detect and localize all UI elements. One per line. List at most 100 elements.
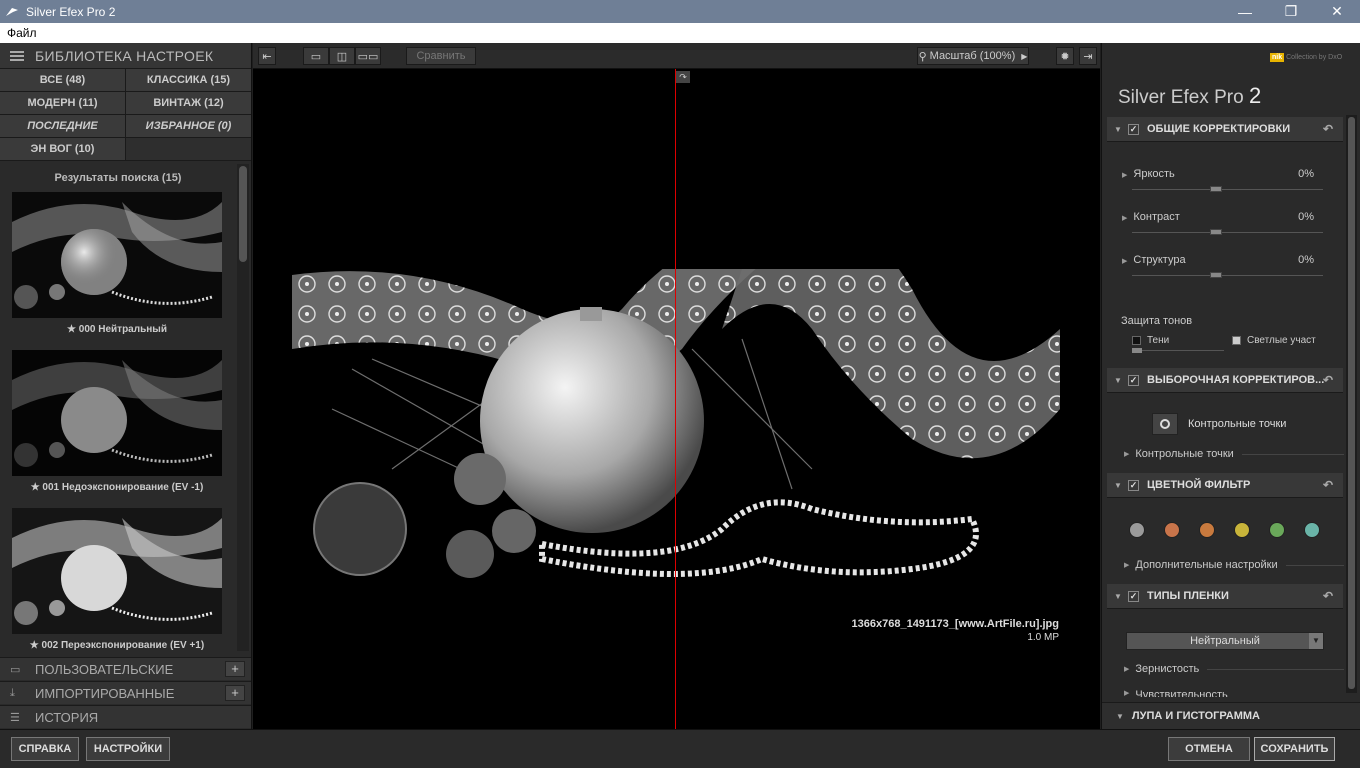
category-recent[interactable]: ПОСЛЕДНИЕ bbox=[0, 115, 125, 137]
filter-orange-swatch[interactable] bbox=[1199, 522, 1215, 538]
contrast-knob[interactable] bbox=[1210, 229, 1222, 235]
preset-item[interactable]: ★ 000 Нейтральный bbox=[12, 192, 222, 335]
collapse-icon: ▼ bbox=[1116, 711, 1124, 721]
category-en-vogue[interactable]: ЭН ВОГ (10) bbox=[0, 138, 125, 160]
help-button[interactable]: СПРАВКА bbox=[11, 737, 79, 761]
category-grid: ВСЕ (48) КЛАССИКА (15) МОДЕРН (11) ВИНТА… bbox=[0, 69, 251, 161]
minimize-button[interactable]: — bbox=[1222, 0, 1268, 23]
add-imported-button[interactable]: + bbox=[225, 685, 245, 701]
section-imported[interactable]: ⤓ ИМПОРТИРОВАННЫЕ + bbox=[0, 681, 251, 704]
library-header[interactable]: БИБЛИОТЕКА НАСТРОЕК bbox=[0, 43, 251, 69]
expand-icon: ▶ bbox=[1124, 690, 1130, 697]
adjustments-scrollbar[interactable] bbox=[1346, 115, 1357, 693]
global-enabled-checkbox[interactable]: ✓ bbox=[1128, 123, 1139, 135]
swap-split-button[interactable]: ↷ bbox=[676, 71, 690, 83]
image-canvas[interactable]: ↷ 1366x768_1491173_[www.ArtFile.ru].jpg … bbox=[253, 69, 1100, 729]
split-view-button[interactable]: ◫ bbox=[329, 47, 355, 65]
preset-item[interactable]: ★ 002 Переэкспонирование (EV +1) bbox=[12, 508, 222, 651]
single-view-button[interactable]: ▭ bbox=[303, 47, 329, 65]
cancel-button[interactable]: ОТМЕНА bbox=[1168, 737, 1250, 761]
grain-label: Зернистость bbox=[1135, 663, 1200, 675]
brand-logo: nik Collection by DxO bbox=[1270, 53, 1342, 62]
category-modern[interactable]: МОДЕРН (11) bbox=[0, 92, 125, 114]
section-selective-adjustments[interactable]: ▼ ✓ ВЫБОРОЧНАЯ КОРРЕКТИРОВ... ↶ bbox=[1107, 368, 1343, 393]
structure-knob[interactable] bbox=[1210, 272, 1222, 278]
filter-red-swatch[interactable] bbox=[1164, 522, 1180, 538]
control-point-label: Контрольные точки bbox=[1188, 418, 1287, 430]
menu-bar: Файл bbox=[0, 23, 1360, 43]
section-custom[interactable]: ▭ ПОЛЬЗОВАТЕЛЬСКИЕ + bbox=[0, 657, 251, 680]
contrast-value: 0% bbox=[1298, 211, 1314, 223]
section-history-label: ИСТОРИЯ bbox=[35, 709, 99, 725]
toggle-library-button[interactable]: ⇤ bbox=[258, 47, 276, 65]
toggle-right-panel-button[interactable]: ⇥ bbox=[1079, 47, 1097, 65]
filter-yellow-swatch[interactable] bbox=[1234, 522, 1250, 538]
filter-cyan-swatch[interactable] bbox=[1304, 522, 1320, 538]
background-light-button[interactable]: ✹ bbox=[1056, 47, 1074, 65]
structure-slider[interactable]: ▶ Структура 0% bbox=[1122, 254, 1324, 278]
reset-icon[interactable]: ↶ bbox=[1323, 478, 1333, 492]
preset-item[interactable]: ★ 001 Недоэкспонирование (EV -1) bbox=[12, 350, 222, 493]
category-classic[interactable]: КЛАССИКА (15) bbox=[126, 69, 251, 91]
section-color-filter[interactable]: ▼ ✓ ЦВЕТНОЙ ФИЛЬТР ↶ bbox=[1107, 473, 1343, 498]
section-history[interactable]: ☰ ИСТОРИЯ bbox=[0, 705, 251, 728]
filter-neutral-swatch[interactable] bbox=[1129, 522, 1145, 538]
brightness-knob[interactable] bbox=[1210, 186, 1222, 192]
save-button[interactable]: СОХРАНИТЬ bbox=[1254, 737, 1335, 761]
compare-button[interactable]: Сравнить bbox=[406, 47, 476, 65]
results-scrollbar[interactable] bbox=[237, 164, 249, 651]
reset-icon[interactable]: ↶ bbox=[1323, 373, 1333, 387]
file-name: 1366x768_1491173_[www.ArtFile.ru].jpg bbox=[851, 618, 1059, 630]
window-title: Silver Efex Pro 2 bbox=[26, 4, 116, 19]
split-view-icon: ◫ bbox=[336, 50, 348, 63]
grain-row[interactable]: ▶ Зернистость bbox=[1124, 663, 1344, 675]
expand-icon: ▶ bbox=[1124, 562, 1130, 569]
contrast-slider[interactable]: ▶ Контраст 0% bbox=[1122, 211, 1324, 235]
brightness-slider[interactable]: ▶ Яркость 0% bbox=[1122, 168, 1324, 192]
add-custom-button[interactable]: + bbox=[225, 661, 245, 677]
preset-thumbnail[interactable] bbox=[12, 508, 222, 634]
preset-thumbnail[interactable] bbox=[12, 192, 222, 318]
expand-icon[interactable]: ▶ bbox=[1122, 258, 1127, 265]
section-film-types[interactable]: ▼ ✓ ТИПЫ ПЛЕНКИ ↶ bbox=[1107, 584, 1343, 609]
maximize-button[interactable]: ❐ bbox=[1268, 0, 1314, 23]
nik-logo-icon: nik bbox=[1270, 53, 1285, 62]
control-points-list[interactable]: ▶ Контрольные точки bbox=[1124, 448, 1344, 460]
control-points-label: Контрольные точки bbox=[1135, 448, 1234, 460]
shadows-slider[interactable]: Тени bbox=[1132, 335, 1224, 353]
file-megapixels: 1.0 MP bbox=[1027, 632, 1059, 643]
side-by-side-button[interactable]: ▭▭ bbox=[355, 47, 381, 65]
category-favorites[interactable]: ИЗБРАННОЕ (0) bbox=[126, 115, 251, 137]
close-button[interactable]: ✕ bbox=[1314, 0, 1360, 23]
menu-file[interactable]: Файл bbox=[7, 26, 37, 40]
preset-thumbnail[interactable] bbox=[12, 350, 222, 476]
bottom-bar: СПРАВКА НАСТРОЙКИ ОТМЕНА СОХРАНИТЬ bbox=[0, 729, 1360, 768]
filter-green-swatch[interactable] bbox=[1269, 522, 1285, 538]
product-version: 2 bbox=[1248, 83, 1262, 108]
section-imported-label: ИМПОРТИРОВАННЫЕ bbox=[35, 685, 175, 701]
category-all[interactable]: ВСЕ (48) bbox=[0, 69, 125, 91]
film-enabled-checkbox[interactable]: ✓ bbox=[1128, 590, 1139, 602]
settings-button[interactable]: НАСТРОЙКИ bbox=[86, 737, 170, 761]
film-type-select[interactable]: Нейтральный ▼ bbox=[1126, 632, 1324, 650]
color-filter-enabled-checkbox[interactable]: ✓ bbox=[1128, 479, 1139, 491]
expand-icon[interactable]: ▶ bbox=[1122, 215, 1127, 222]
zoom-button[interactable]: ⚲ Масштаб (100%) ▶ bbox=[917, 47, 1029, 65]
split-divider[interactable] bbox=[675, 69, 676, 729]
preset-label: ★ 002 Переэкспонирование (EV +1) bbox=[29, 640, 205, 651]
section-global-adjustments[interactable]: ▼ ✓ ОБЩИЕ КОРРЕКТИРОВКИ ↶ bbox=[1107, 117, 1343, 142]
selective-enabled-checkbox[interactable]: ✓ bbox=[1128, 374, 1139, 386]
advanced-settings-row[interactable]: ▶ Дополнительные настройки bbox=[1124, 559, 1344, 571]
add-control-point-button[interactable]: Контрольные точки bbox=[1152, 413, 1286, 435]
shadows-knob[interactable] bbox=[1132, 348, 1142, 353]
highlights-swatch-icon bbox=[1232, 335, 1241, 345]
title-bar: Silver Efex Pro 2 — ❐ ✕ bbox=[0, 0, 1360, 23]
category-vintage[interactable]: ВИНТАЖ (12) bbox=[126, 92, 251, 114]
highlights-slider[interactable]: Светлые участ bbox=[1232, 335, 1324, 346]
section-loupe-histogram[interactable]: ▼ ЛУПА И ГИСТОГРАММА bbox=[1102, 702, 1360, 729]
reset-icon[interactable]: ↶ bbox=[1323, 589, 1333, 603]
sensitivity-row[interactable]: ▶ Чувствительность bbox=[1124, 689, 1344, 697]
panel-right-icon: ⇥ bbox=[1083, 50, 1093, 63]
expand-icon[interactable]: ▶ bbox=[1122, 172, 1127, 179]
reset-icon[interactable]: ↶ bbox=[1323, 122, 1333, 136]
